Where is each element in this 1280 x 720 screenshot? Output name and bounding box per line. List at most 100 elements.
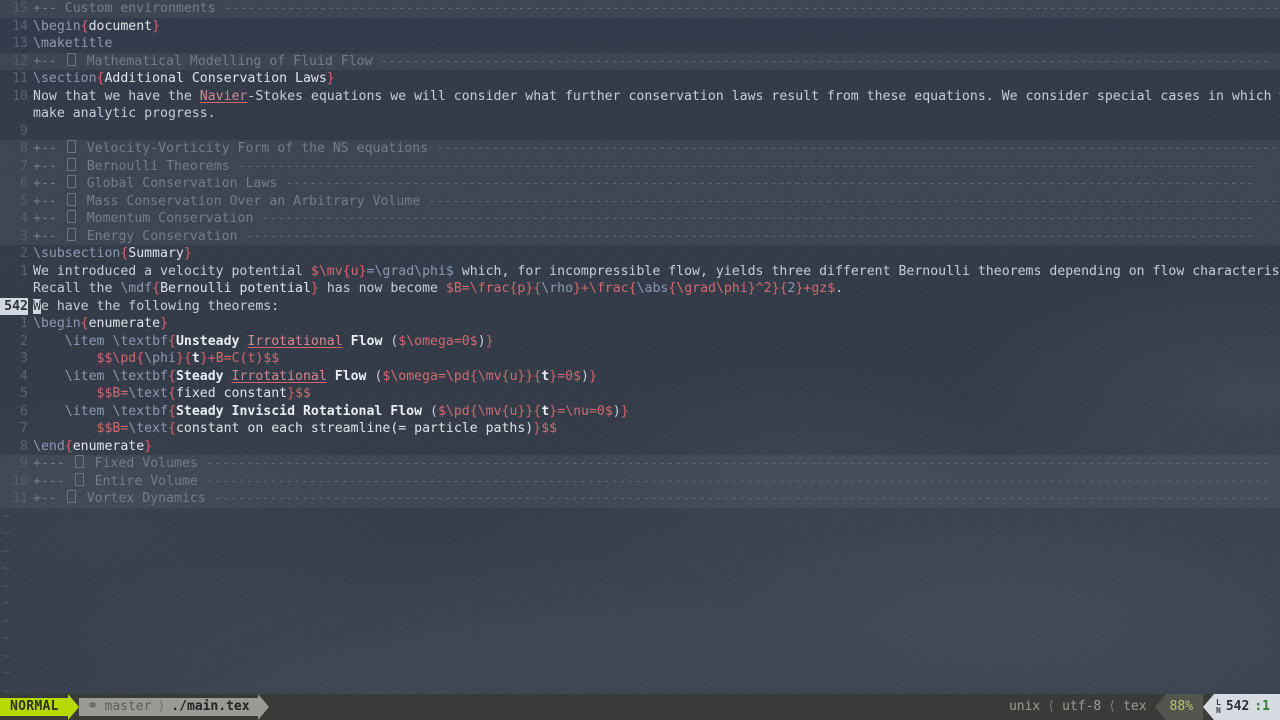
- token-brace: {: [469, 368, 478, 384]
- buffer-line[interactable]: 4 \item \textbf{Steady Irrotational Flow…: [0, 368, 1280, 386]
- token-math: +\frac: [580, 281, 629, 296]
- line-content: \item \textbf{Unsteady Irrotational Flow…: [33, 333, 494, 351]
- token-cmd: \text: [128, 386, 168, 401]
- token-plain: Recall the: [33, 281, 121, 296]
- token-math: $$: [295, 386, 311, 401]
- buffer-line[interactable]: 2 \subsection{Summary}: [0, 245, 1280, 263]
- token-brace: {: [136, 351, 145, 366]
- fold-line[interactable]: 5 +-- Mass Conservation Over an Arbitrar…: [0, 192, 1280, 210]
- line-number: 5: [20, 193, 28, 209]
- token-brace: }: [747, 281, 756, 296]
- buffer-line[interactable]: 5 $$B=\text{fixed constant}$$: [0, 385, 1280, 403]
- token-brace: }: [199, 351, 208, 366]
- buffer-line[interactable]: 542 We have the following theorems:: [0, 297, 1280, 315]
- fold-marker: +---: [33, 456, 73, 471]
- editor-buffer[interactable]: 15 +-- Custom environments -------------…: [0, 0, 1280, 720]
- token-arg: enumerate: [72, 438, 145, 454]
- fold-line[interactable]: 12 +-- Mathematical Modelling of Fluid F…: [0, 52, 1280, 70]
- line-number: 14: [12, 18, 28, 34]
- buffer-line[interactable]: 14 \begin{document}: [0, 18, 1280, 36]
- token-math: $$: [541, 421, 558, 436]
- statusline-right: unix ⟨ utf-8 ⟨ tex 88% LN 542:1: [1004, 694, 1280, 720]
- file-type: tex: [1123, 699, 1147, 715]
- fold-glyph-icon: [66, 227, 76, 241]
- buffer-line[interactable]: 3 $$\pd{\phi}{t}+B=C(t)$$: [0, 350, 1280, 368]
- buffer-line[interactable]: 7 $$B=\text{constant on each streamline(…: [0, 420, 1280, 438]
- fold-line[interactable]: 6 +-- Global Conservation Laws ---------…: [0, 175, 1280, 193]
- token-plain: has now become: [318, 281, 446, 296]
- fold-line[interactable]: 9 +--- Fixed Volumes -------------------…: [0, 455, 1280, 473]
- line-content: \begin{document}: [33, 18, 160, 36]
- line-content: +-- Vortex Dynamics --------------------…: [33, 490, 1270, 508]
- token-brace: {: [64, 438, 73, 454]
- fold-fill-dashes: ----------------------------------------…: [223, 1, 1280, 16]
- file-arrow-separator: [257, 694, 269, 720]
- line-number: 1: [20, 316, 28, 331]
- fold-line[interactable]: 11 +-- Vortex Dynamics -----------------…: [0, 490, 1280, 508]
- token-brace: {: [167, 368, 176, 384]
- token-cmd: \textbf: [112, 403, 168, 419]
- token-arg: constant on each streamline(= particle p…: [175, 421, 534, 436]
- buffer-line[interactable]: 9: [0, 123, 1280, 141]
- gutter-gap: [28, 123, 33, 141]
- line-number: 8: [20, 438, 28, 454]
- file-name[interactable]: ./main.tex: [171, 698, 249, 716]
- token-cmd: \end: [33, 438, 65, 454]
- fold-line[interactable]: 15 +-- Custom environments -------------…: [0, 0, 1280, 18]
- fold-marker: +--: [33, 228, 65, 244]
- token-cmd: \text: [128, 421, 168, 436]
- token-math: +B=C(t)$$: [207, 351, 280, 366]
- token-bold: t: [191, 351, 200, 366]
- line-content: +--- Fixed Volumes ---------------------…: [33, 455, 1270, 473]
- token-mathblue: \rho: [541, 281, 574, 296]
- token-arg: Additional Conservation Laws: [104, 71, 327, 86]
- line-number: 12: [12, 53, 28, 69]
- fold-line[interactable]: 10 +--- Entire Volume ------------------…: [0, 472, 1280, 490]
- token-math: $B=\frac: [445, 281, 510, 296]
- mode-label: NORMAL: [0, 698, 68, 716]
- fold-glyph-icon: [66, 490, 76, 503]
- fold-glyph-icon: [66, 157, 76, 171]
- buffer-line[interactable]: make analytic progress.: [0, 105, 1280, 123]
- token-math: $$B=: [96, 421, 129, 436]
- branch-name[interactable]: master: [105, 698, 152, 716]
- line-number: 4: [20, 368, 28, 384]
- empty-line-marker: ~: [2, 543, 10, 559]
- fold-line[interactable]: 3 +-- Energy Conservation --------------…: [0, 227, 1280, 246]
- token-math: $$\pd: [96, 351, 137, 366]
- line-number: 9: [20, 123, 28, 139]
- line-content: +-- Energy Conservation ----------------…: [33, 227, 1254, 246]
- token-brace: }: [620, 403, 629, 419]
- line-number: 2: [20, 333, 28, 349]
- fold-fill-dashes: ----------------------------------------…: [436, 141, 1278, 156]
- line-number: 7: [20, 158, 28, 174]
- buffer-line[interactable]: 10 Now that we have the Navier-Stokes eq…: [0, 88, 1280, 106]
- empty-line-marker: ~: [2, 561, 10, 576]
- line-content: $$B=\text{fixed constant}$$: [33, 385, 311, 403]
- token-brace: {: [168, 421, 176, 436]
- buffer-line[interactable]: 13 \maketitle: [0, 35, 1280, 53]
- fold-marker: +--: [33, 53, 65, 69]
- line-content: +-- Momentum Conservation --------------…: [33, 210, 1254, 228]
- buffer-line[interactable]: 1 We introduced a velocity potential $\m…: [0, 263, 1280, 281]
- buffer-line[interactable]: 8 \end{enumerate}: [0, 438, 1280, 456]
- token-math: $\omega=\pd: [382, 368, 470, 384]
- buffer-line[interactable]: Recall the \mdf{Bernoulli potential} has…: [0, 280, 1280, 298]
- token-cmd: \section: [33, 71, 97, 86]
- buffer-line[interactable]: 2 \item \textbf{Unsteady Irrotational Fl…: [0, 333, 1280, 351]
- token-brace: {: [167, 333, 176, 349]
- token-cmd: \item: [64, 403, 113, 419]
- token-brace: {: [342, 263, 351, 279]
- token-plain: ): [612, 403, 621, 419]
- buffer-line[interactable]: 1 \begin{enumerate}: [0, 315, 1280, 333]
- fold-line[interactable]: 8 +-- Velocity-Vorticity Form of the NS …: [0, 140, 1280, 158]
- buffer-line[interactable]: 6 \item \textbf{Steady Inviscid Rotation…: [0, 403, 1280, 421]
- fold-glyph-icon: [66, 175, 76, 188]
- line-content: \maketitle: [33, 35, 112, 53]
- buffer-line[interactable]: 11 \section{Additional Conservation Laws…: [0, 70, 1280, 88]
- token-math: $\pd: [437, 403, 470, 419]
- fold-line[interactable]: 7 +-- Bernoulli Theorems ---------------…: [0, 157, 1280, 175]
- fold-line[interactable]: 4 +-- Momentum Conservation ------------…: [0, 210, 1280, 228]
